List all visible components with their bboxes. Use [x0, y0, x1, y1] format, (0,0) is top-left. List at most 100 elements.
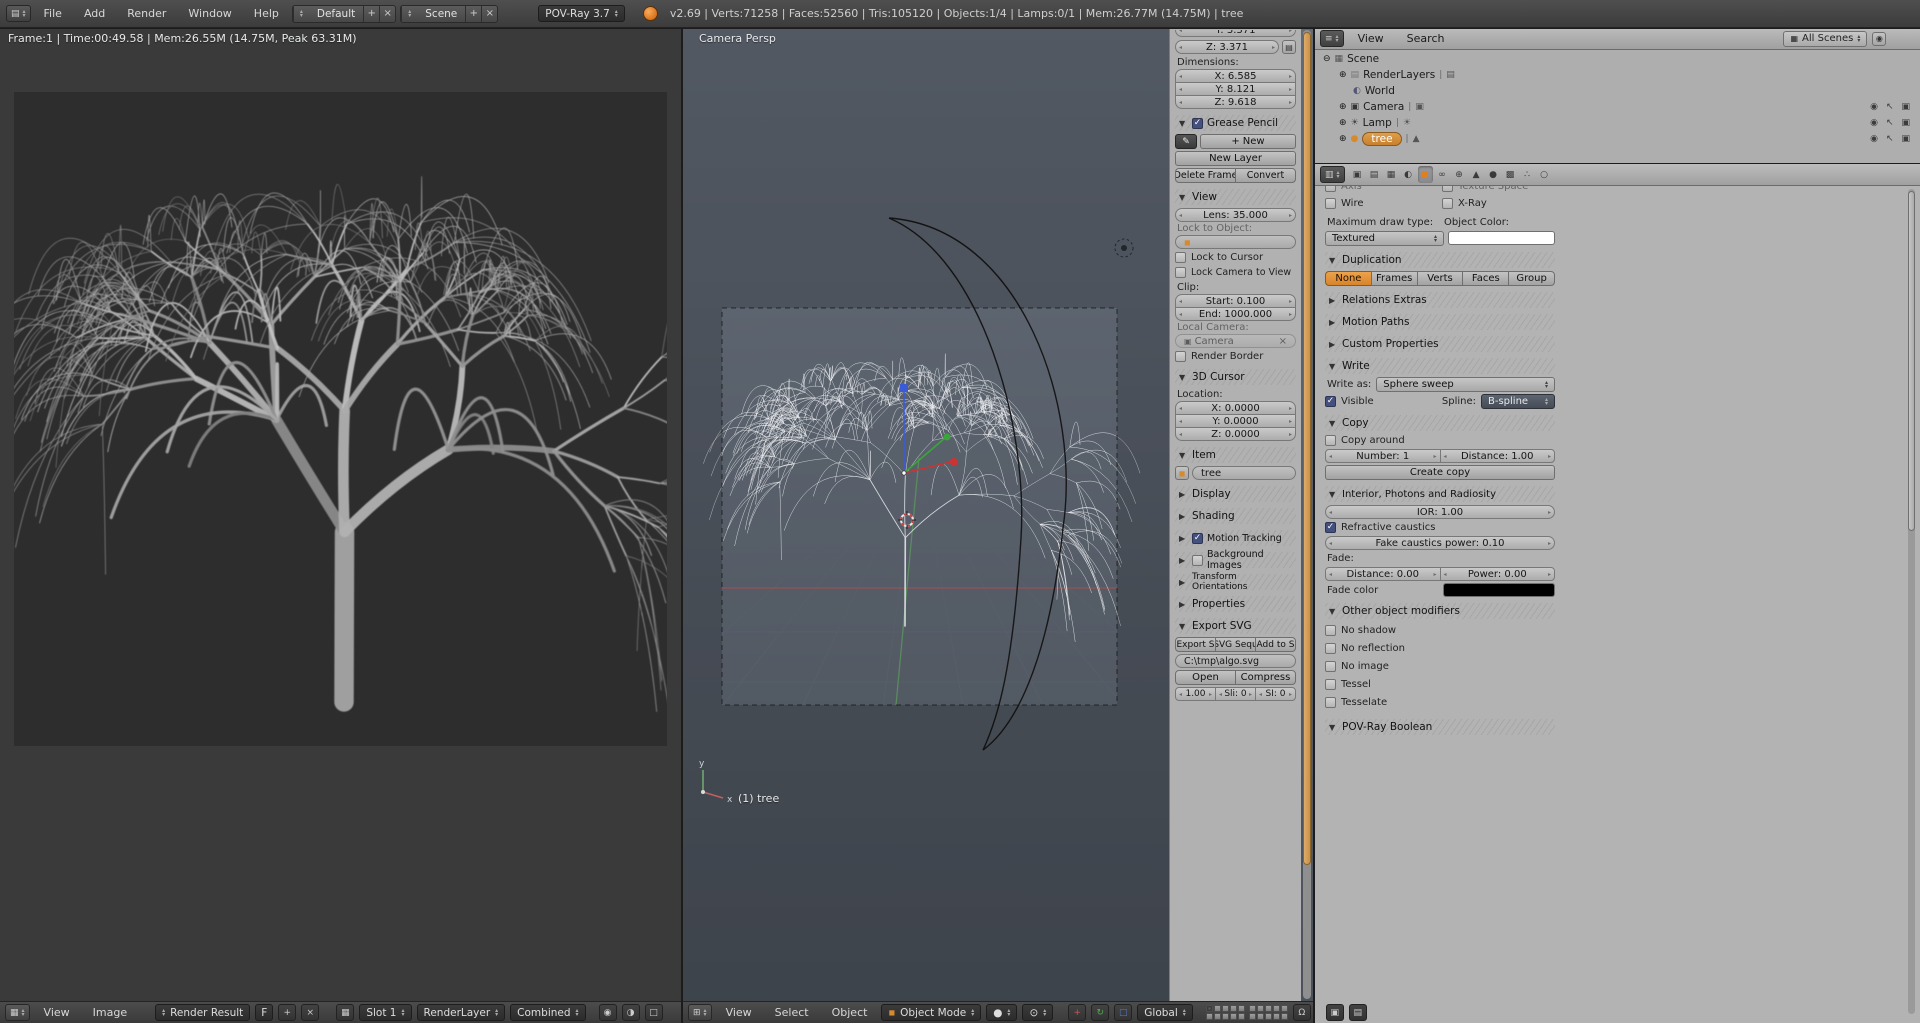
- renderable-icon[interactable]: ▣: [1901, 134, 1910, 144]
- menu-search[interactable]: Search: [1398, 30, 1454, 47]
- panel-export-svg[interactable]: ▼Export SVG: [1175, 618, 1296, 634]
- convert-button[interactable]: Convert: [1235, 168, 1296, 183]
- panel-other-modifiers[interactable]: ▼Other object modifiers: [1325, 603, 1555, 619]
- draw-type-dropdown[interactable]: Textured: [1325, 231, 1444, 246]
- pencil-icon[interactable]: ✎: [1175, 134, 1197, 149]
- grease-pencil-new-button[interactable]: +New: [1200, 134, 1296, 149]
- expand-icon[interactable]: ⊕: [1339, 70, 1347, 80]
- dupli-frames-button[interactable]: Frames: [1371, 271, 1418, 286]
- fade-power-field[interactable]: Power: 0.00: [1440, 567, 1556, 581]
- open-button[interactable]: Open: [1175, 670, 1236, 685]
- render-opengl-anim-icon[interactable]: ▤: [1349, 1004, 1367, 1021]
- svg-slider-field[interactable]: Sli: 0: [1215, 687, 1256, 701]
- fade-distance-field[interactable]: Distance: 0.00: [1325, 567, 1441, 581]
- transform-orientation-dropdown[interactable]: Global: [1137, 1004, 1193, 1021]
- outliner-row-renderlayers[interactable]: ⊕ ▤ RenderLayers | ▤: [1315, 67, 1920, 83]
- panel-custom-properties[interactable]: ▶Custom Properties: [1325, 336, 1555, 352]
- dupli-none-button[interactable]: None: [1325, 271, 1372, 286]
- fake-user-button[interactable]: F: [255, 1004, 273, 1021]
- scale-manipulator-icon[interactable]: □: [1114, 1004, 1132, 1021]
- clip-start-field[interactable]: Start: 0.100: [1175, 294, 1296, 308]
- scrollbar-thumb[interactable]: [1303, 32, 1311, 865]
- panel-3d-cursor[interactable]: ▼3D Cursor: [1175, 369, 1296, 385]
- scrollbar-thumb[interactable]: [1908, 191, 1915, 531]
- svg-path-field[interactable]: C:\tmp\algo.svg: [1175, 654, 1296, 668]
- outliner-row-camera[interactable]: ⊕ ▣ Camera | ▣ ◉↖▣: [1315, 99, 1920, 115]
- tab-world[interactable]: ◐: [1401, 166, 1416, 183]
- delete-layout-button[interactable]: ×: [379, 6, 395, 22]
- panel-motion-tracking[interactable]: ▶Motion Tracking: [1175, 530, 1296, 546]
- menu-add[interactable]: Add: [75, 5, 114, 22]
- expand-icon[interactable]: ⊕: [1339, 134, 1347, 144]
- expand-icon[interactable]: ⊕: [1339, 118, 1347, 128]
- properties-scrollbar[interactable]: [1908, 189, 1915, 1014]
- create-copy-button[interactable]: Create copy: [1325, 465, 1555, 480]
- dupli-faces-button[interactable]: Faces: [1462, 271, 1509, 286]
- tab-scene[interactable]: ▦: [1384, 166, 1399, 183]
- browse-layouts-icon[interactable]: [293, 6, 309, 22]
- compress-button[interactable]: Compress: [1235, 670, 1296, 685]
- tab-particles[interactable]: ∴: [1520, 166, 1535, 183]
- panel-display[interactable]: ▶Display: [1175, 486, 1296, 502]
- collapse-icon[interactable]: ⊖: [1323, 54, 1331, 64]
- panel-interior[interactable]: ▼Interior, Photons and Radiosity: [1325, 486, 1555, 502]
- panel-relations-extras[interactable]: ▶Relations Extras: [1325, 292, 1555, 308]
- new-image-button[interactable]: +: [278, 1004, 296, 1021]
- channel-alpha-icon[interactable]: ◑: [622, 1004, 640, 1021]
- menu-view[interactable]: View: [717, 1004, 761, 1021]
- no-shadow-checkbox[interactable]: [1325, 625, 1336, 636]
- outliner-row-world[interactable]: ◐ World: [1315, 83, 1920, 99]
- lens-field[interactable]: Lens: 35.000: [1175, 208, 1296, 222]
- render-engine-dropdown[interactable]: POV-Ray 3.7: [538, 5, 625, 22]
- cursor-y-field[interactable]: Y: 0.0000: [1175, 414, 1296, 428]
- selectable-icon[interactable]: ↖: [1886, 134, 1894, 144]
- editor-type-button[interactable]: ▥: [1320, 166, 1345, 183]
- copy-around-checkbox[interactable]: [1325, 435, 1336, 446]
- pivot-point-dropdown[interactable]: ⊙: [1022, 1004, 1053, 1021]
- editor-type-button[interactable]: ▤: [6, 5, 31, 22]
- cursor-z-field[interactable]: Z: 0.0000: [1175, 427, 1296, 441]
- panel-grease-pencil[interactable]: ▼Grease Pencil: [1175, 115, 1296, 131]
- image-pin-icon[interactable]: ▦: [336, 1004, 354, 1021]
- no-reflection-checkbox[interactable]: [1325, 643, 1336, 654]
- menu-view[interactable]: View: [1349, 30, 1393, 47]
- xray-checkbox[interactable]: [1442, 198, 1453, 209]
- delete-scene-button[interactable]: ×: [481, 6, 497, 22]
- dim-x-field[interactable]: X: 6.585: [1175, 69, 1296, 83]
- fake-caustics-power-field[interactable]: Fake caustics power: 0.10: [1325, 536, 1555, 550]
- npanel-scrollbar[interactable]: [1303, 30, 1311, 999]
- lock-object-field[interactable]: ◼: [1175, 235, 1296, 249]
- panel-povray-boolean[interactable]: ▼POV-Ray Boolean: [1325, 719, 1555, 735]
- wire-checkbox[interactable]: [1325, 198, 1336, 209]
- outliner-row-tree[interactable]: ⊕ ● tree | ▲ ◉↖▣: [1315, 131, 1920, 147]
- menu-view[interactable]: View: [35, 1004, 79, 1021]
- selectable-icon[interactable]: ↖: [1886, 118, 1894, 128]
- tesselate-checkbox[interactable]: [1325, 697, 1336, 708]
- lock-to-cursor-checkbox[interactable]: [1175, 252, 1186, 263]
- panel-background-images[interactable]: ▶Background Images: [1175, 552, 1296, 568]
- selectable-icon[interactable]: ↖: [1886, 102, 1894, 112]
- panel-motion-paths[interactable]: ▶Motion Paths: [1325, 314, 1555, 330]
- panel-duplication[interactable]: ▼Duplication: [1325, 252, 1555, 268]
- grease-pencil-checkbox[interactable]: [1192, 118, 1203, 129]
- browse-image-icon[interactable]: [162, 1009, 165, 1017]
- write-as-dropdown[interactable]: Sphere sweep: [1376, 377, 1555, 392]
- loc-z-field[interactable]: Z: 3.371: [1175, 40, 1279, 54]
- copy-number-field[interactable]: Number: 1: [1325, 449, 1441, 463]
- add-to-svg-button[interactable]: Add to S: [1255, 637, 1296, 652]
- panel-copy[interactable]: ▼Copy: [1325, 415, 1555, 431]
- editor-type-button[interactable]: ▦: [5, 1004, 30, 1021]
- tab-object-data[interactable]: ▲: [1469, 166, 1484, 183]
- panel-item[interactable]: ▼Item: [1175, 447, 1296, 463]
- tab-render-layers[interactable]: ▤: [1367, 166, 1382, 183]
- outliner-row-lamp[interactable]: ⊕ ☀ Lamp | ☀ ◉↖▣: [1315, 115, 1920, 131]
- export-svg-button[interactable]: Export S: [1175, 637, 1216, 652]
- expand-icon[interactable]: ⊕: [1339, 102, 1347, 112]
- render-layer-dropdown[interactable]: RenderLayer: [417, 1004, 506, 1021]
- tab-constraints[interactable]: ∞: [1435, 166, 1450, 183]
- menu-select[interactable]: Select: [766, 1004, 818, 1021]
- loc-y-field[interactable]: Y: 3.371: [1175, 30, 1296, 37]
- menu-help[interactable]: Help: [245, 5, 288, 22]
- clear-camera-icon[interactable]: ×: [1279, 336, 1287, 347]
- new-layer-button[interactable]: New Layer: [1175, 151, 1296, 166]
